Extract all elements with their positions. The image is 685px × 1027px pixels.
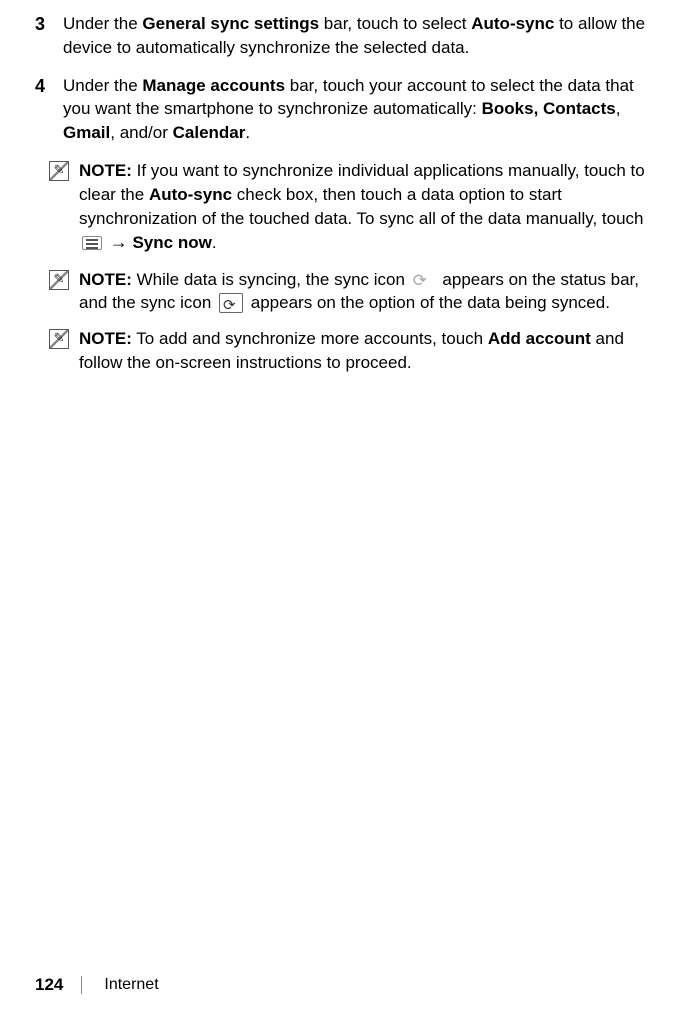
note-block-3: NOTE: To add and synchronize more accoun… [49, 327, 665, 375]
arrow-icon: → [110, 232, 128, 252]
note-icon [49, 329, 69, 349]
sync-boxed-icon: ⟳ [219, 293, 243, 313]
note-icon [49, 270, 69, 290]
step-number: 4 [35, 74, 63, 145]
page-number: 124 [35, 973, 63, 997]
page-content: 3 Under the General sync settings bar, t… [35, 12, 665, 375]
step-text: Under the General sync settings bar, tou… [63, 12, 665, 60]
sync-icon: ⟳ [413, 268, 435, 290]
note-block-1: NOTE: If you want to synchronize individ… [49, 159, 665, 256]
step-4: 4 Under the Manage accounts bar, touch y… [35, 74, 665, 145]
note-icon [49, 161, 69, 181]
note-text: NOTE: While data is syncing, the sync ic… [79, 268, 665, 316]
page-footer: 124 Internet [35, 973, 159, 997]
step-text: Under the Manage accounts bar, touch you… [63, 74, 665, 145]
footer-divider [81, 976, 82, 994]
note-text: NOTE: To add and synchronize more accoun… [79, 327, 665, 375]
note-block-2: NOTE: While data is syncing, the sync ic… [49, 268, 665, 316]
step-3: 3 Under the General sync settings bar, t… [35, 12, 665, 60]
section-name: Internet [104, 974, 158, 996]
menu-icon [82, 236, 102, 250]
note-text: NOTE: If you want to synchronize individ… [79, 159, 665, 256]
step-number: 3 [35, 12, 63, 60]
